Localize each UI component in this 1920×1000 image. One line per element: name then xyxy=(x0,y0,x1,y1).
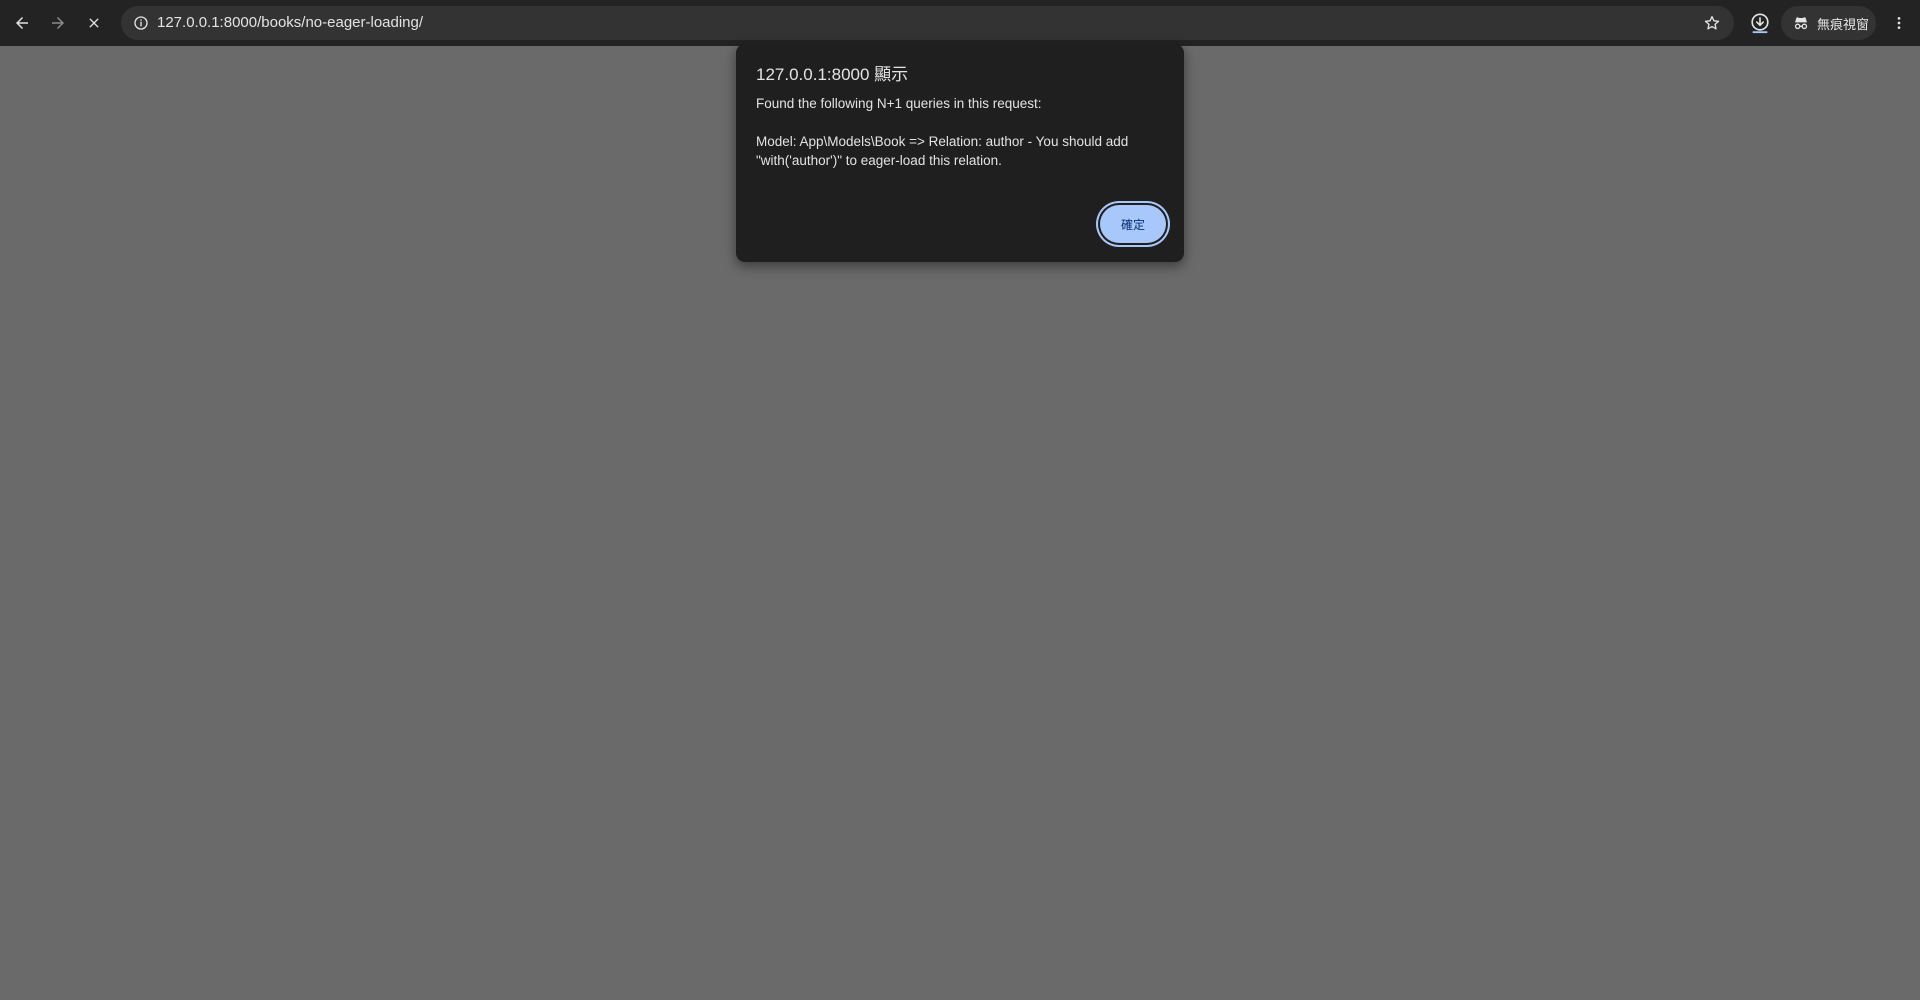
alert-dialog: 127.0.0.1:8000 顯示 Found the following N+… xyxy=(736,44,1184,262)
vertical-dots-icon xyxy=(1897,17,1901,29)
incognito-label: 無痕視窗 xyxy=(1817,16,1870,32)
url-text[interactable]: 127.0.0.1:8000/books/no-eager-loading/ xyxy=(157,14,423,32)
arrow-right-icon xyxy=(52,17,64,29)
bookmark-button[interactable] xyxy=(1700,11,1724,35)
dialog-title: 127.0.0.1:8000 顯示 xyxy=(756,65,909,84)
info-icon xyxy=(134,16,148,30)
browser-menu-button[interactable] xyxy=(1884,8,1914,38)
incognito-indicator[interactable]: 無痕視窗 xyxy=(1781,6,1876,40)
stop-loading-button[interactable] xyxy=(76,5,112,41)
close-icon xyxy=(89,18,99,28)
ok-button[interactable]: 確定 xyxy=(1100,205,1166,243)
site-info-button[interactable] xyxy=(129,11,153,35)
arrow-left-icon xyxy=(16,17,28,29)
browser-toolbar: 127.0.0.1:8000/books/no-eager-loading/ 無… xyxy=(0,0,1920,46)
forward-button[interactable] xyxy=(40,5,76,41)
dialog-message: Found the following N+1 queries in this … xyxy=(756,96,1129,168)
download-button[interactable] xyxy=(1744,7,1776,39)
back-button[interactable] xyxy=(4,5,40,41)
download-icon xyxy=(1751,13,1769,34)
incognito-icon xyxy=(1794,17,1808,30)
address-bar[interactable]: 127.0.0.1:8000/books/no-eager-loading/ xyxy=(121,6,1734,40)
star-icon xyxy=(1704,15,1720,30)
